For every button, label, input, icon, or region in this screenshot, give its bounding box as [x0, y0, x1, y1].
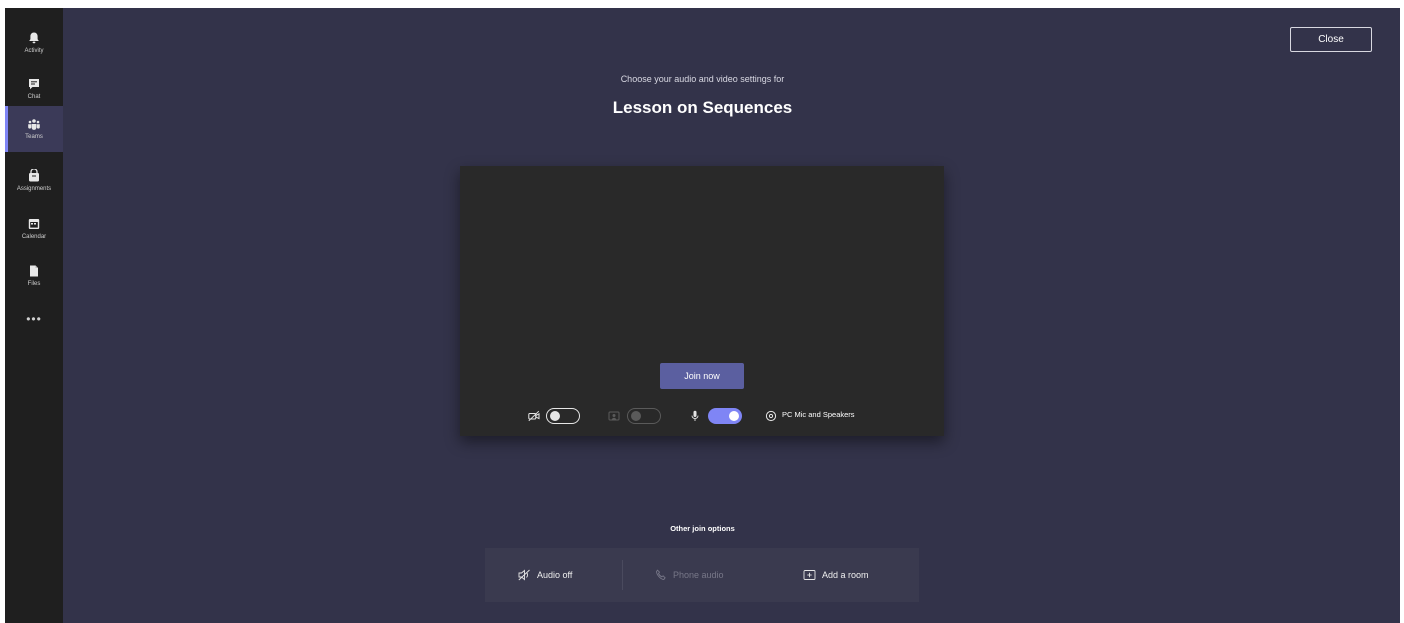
background-blur-toggle [627, 408, 661, 424]
toggle-knob [729, 411, 739, 421]
join-now-button[interactable]: Join now [660, 363, 744, 389]
video-preview-panel: Join now PC Mic and Speakers [460, 166, 944, 436]
sidebar-item-assignments[interactable]: Assignments [5, 158, 63, 204]
add-room-option[interactable]: Add a room [803, 548, 869, 602]
settings-subtitle: Choose your audio and video settings for [620, 74, 785, 84]
microphone-icon [691, 410, 699, 421]
background-blur-icon [608, 411, 620, 421]
sidebar-item-label: Activity [24, 48, 44, 54]
device-controls: PC Mic and Speakers [460, 407, 944, 427]
phone-audio-option: Phone audio [655, 548, 724, 602]
gear-icon[interactable] [765, 410, 777, 422]
close-button[interactable]: Close [1290, 27, 1372, 52]
option-label: Phone audio [673, 570, 724, 580]
audio-off-option[interactable]: Audio off [518, 548, 572, 602]
sidebar-item-activity[interactable]: Activity [5, 20, 63, 66]
option-label: Audio off [537, 570, 573, 580]
audio-device-label[interactable]: PC Mic and Speakers [782, 410, 855, 419]
bell-icon [29, 32, 39, 44]
teams-app-window: Activity Chat Teams Assignments Calendar… [5, 8, 1400, 623]
camera-off-icon [528, 410, 540, 422]
phone-icon [656, 569, 666, 580]
option-label: Add a room [822, 570, 869, 580]
calendar-icon [28, 219, 40, 229]
toggle-knob [631, 410, 641, 421]
assignments-icon [29, 169, 39, 182]
page-title: Lesson on Sequences [612, 98, 793, 117]
sidebar-item-label: Assignments [16, 186, 52, 192]
speaker-off-icon [518, 569, 530, 581]
other-join-options-title: Other join options [670, 524, 735, 533]
sidebar-item-label: Teams [25, 134, 43, 140]
sidebar-item-files[interactable]: Files [5, 253, 63, 299]
toggle-knob [550, 410, 560, 421]
files-icon [30, 265, 38, 277]
divider [622, 560, 623, 590]
sidebar-item-calendar[interactable]: Calendar [5, 206, 63, 252]
camera-toggle[interactable] [546, 408, 580, 424]
teams-icon [28, 119, 40, 130]
other-join-options-bar: Audio off Phone audio Add a room [485, 548, 919, 602]
add-room-icon [803, 570, 816, 580]
microphone-toggle[interactable] [708, 408, 742, 424]
sidebar-item-label: Calendar [21, 234, 47, 240]
sidebar-item-label: Files [27, 281, 41, 287]
more-apps-icon[interactable]: ••• [5, 312, 63, 326]
